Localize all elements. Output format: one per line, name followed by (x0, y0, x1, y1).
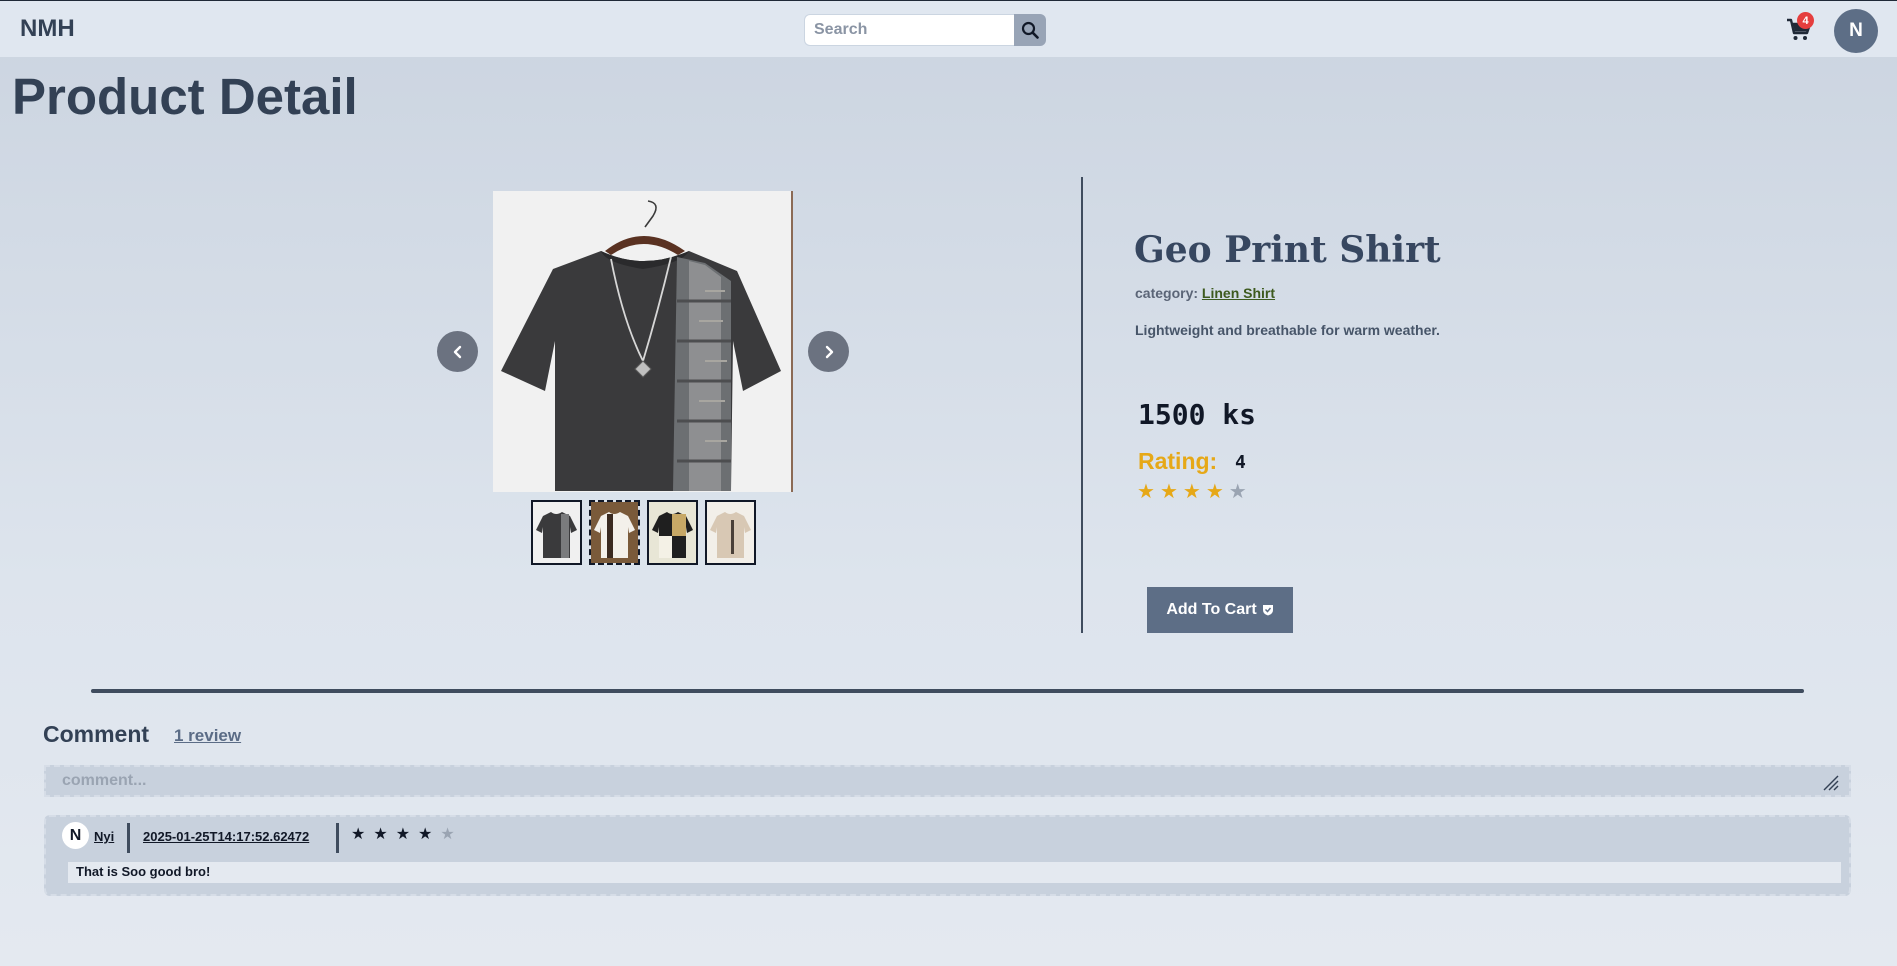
product-price: 1500 ks (1138, 398, 1257, 431)
thumbnail-image (707, 502, 754, 563)
top-navbar: NMH 4 N (0, 0, 1897, 57)
shield-icon (1262, 605, 1273, 616)
rating-value: 4 (1235, 452, 1246, 473)
thumbnail-2[interactable] (589, 500, 640, 565)
review-date: 2025-01-25T14:17:52.62472 (143, 829, 310, 844)
star-icon: ★ (395, 826, 419, 843)
carousel-next-button[interactable] (808, 331, 849, 372)
review-count-link[interactable]: 1 review (174, 726, 241, 746)
chevron-left-icon (453, 345, 461, 358)
review-card: N Nyi 2025-01-25T14:17:52.62472 ★★★★★ Th… (44, 815, 1851, 896)
product-rating-stars: ★★★★★ (1137, 479, 1252, 504)
page-title: Product Detail (12, 68, 358, 125)
rating-label: Rating: (1138, 448, 1218, 474)
review-rating-stars: ★★★★★ (351, 824, 463, 844)
brand-logo[interactable]: NMH (20, 15, 75, 43)
chevron-right-icon (825, 345, 833, 358)
add-to-cart-button[interactable]: Add To Cart (1147, 587, 1293, 633)
star-icon: ★ (418, 826, 441, 843)
star-icon: ★ (1137, 481, 1160, 503)
user-avatar[interactable]: N (1834, 9, 1878, 53)
category-label: category: (1135, 285, 1199, 301)
thumbnail-1[interactable] (531, 500, 582, 565)
tshirt-image (493, 191, 791, 492)
star-empty-icon: ★ (1228, 481, 1252, 503)
product-main-image (493, 191, 793, 492)
star-empty-icon: ★ (440, 826, 463, 843)
search-icon (1021, 21, 1039, 39)
review-separator (336, 823, 339, 853)
add-to-cart-label: Add To Cart (1166, 601, 1257, 618)
review-text: That is Soo good bro! (68, 862, 1841, 883)
carousel-prev-button[interactable] (437, 331, 478, 372)
thumbnail-image (533, 502, 580, 563)
comment-section-title: Comment (43, 721, 150, 747)
product-description: Lightweight and breathable for warm weat… (1135, 322, 1440, 338)
comment-input[interactable] (44, 765, 1851, 797)
thumbnail-4[interactable] (705, 500, 756, 565)
reviewer-avatar: N (62, 822, 89, 849)
resize-handle-icon[interactable] (1822, 774, 1840, 792)
product-category: category: Linen Shirt (1135, 285, 1275, 301)
star-icon: ★ (373, 826, 396, 843)
vertical-divider (1081, 177, 1083, 633)
thumbnail-3[interactable] (647, 500, 698, 565)
cart-count-badge: 4 (1797, 12, 1814, 29)
category-link[interactable]: Linen Shirt (1202, 285, 1275, 301)
star-icon: ★ (1182, 481, 1206, 503)
star-icon: ★ (1205, 481, 1229, 503)
star-icon: ★ (1159, 481, 1183, 503)
search-button[interactable] (1014, 14, 1046, 46)
review-separator (127, 823, 130, 853)
search-input[interactable] (804, 14, 1014, 46)
reviewer-name[interactable]: Nyi (94, 829, 114, 844)
thumbnail-image (649, 502, 696, 563)
product-name: Geo Print Shirt (1134, 229, 1441, 271)
search-bar (804, 14, 1046, 46)
section-divider (91, 689, 1804, 693)
star-icon: ★ (351, 826, 374, 843)
thumbnail-image (591, 502, 638, 563)
